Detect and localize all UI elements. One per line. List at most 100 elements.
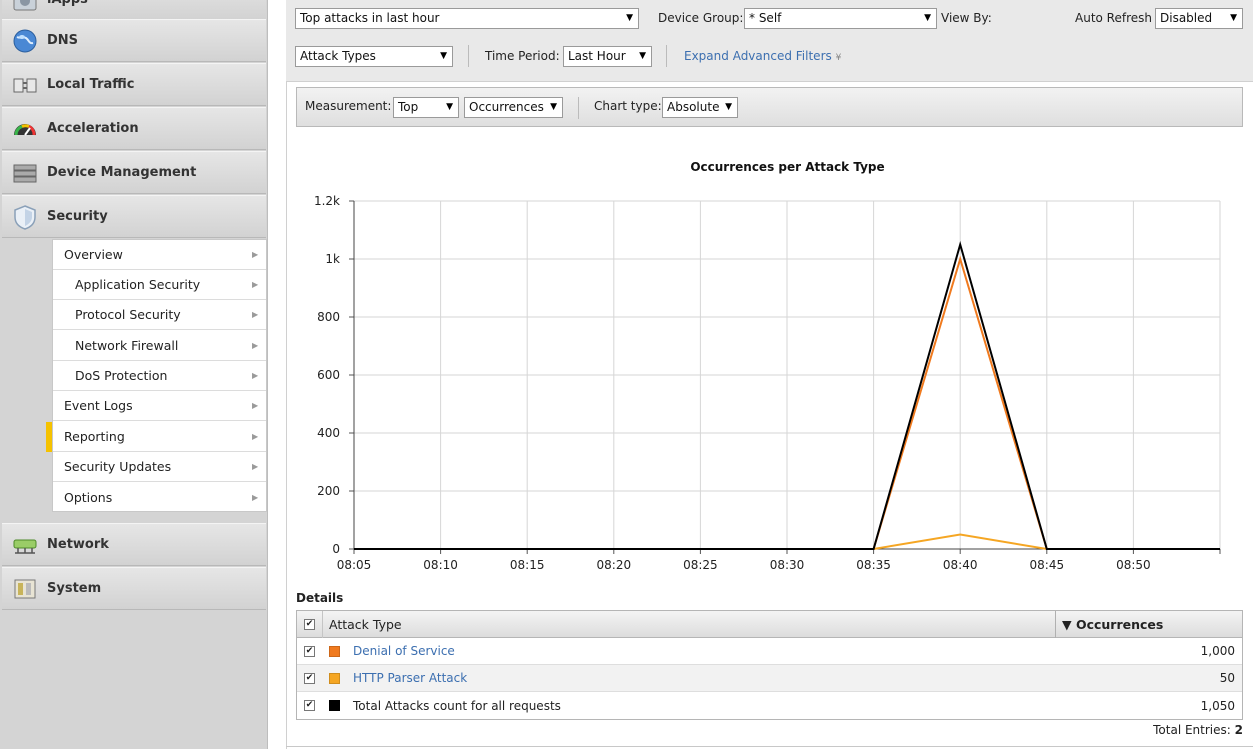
nav-system[interactable]: System xyxy=(2,567,266,610)
nav-label: Device Management xyxy=(47,165,197,180)
measurement-bar: Measurement: Top ▼ Occurrences ▼ Chart typ… xyxy=(296,87,1243,127)
time-period-select[interactable]: Last Hour ▼ xyxy=(563,46,652,67)
main-content: Top attacks in last hour ▼ Device Group: … xyxy=(286,0,1253,749)
dropdown-arrow-icon: ▼ xyxy=(924,13,931,23)
attack-type-label: Total Attacks count for all requests xyxy=(353,698,561,713)
gauge-icon xyxy=(11,115,39,143)
column-header-attack-type[interactable]: Attack Type xyxy=(322,610,1055,638)
select-all-checkbox[interactable]: ✔ xyxy=(304,618,315,630)
chevron-right-icon: ▶ xyxy=(252,310,259,319)
chevron-right-icon: ▶ xyxy=(252,462,259,471)
x-tick-label: 08:20 xyxy=(597,558,632,572)
nav-network[interactable]: Network xyxy=(2,523,266,566)
table-row: ✔ Total Attacks count for all requests 1… xyxy=(297,692,1242,719)
view-by-select[interactable]: Attack Types ▼ xyxy=(295,46,453,67)
auto-refresh-label: Auto Refresh xyxy=(1075,11,1152,25)
submenu-item-reporting[interactable]: Reporting ▶ xyxy=(53,422,266,452)
dropdown-arrow-icon: ▼ xyxy=(440,51,447,61)
x-tick-label: 08:45 xyxy=(1030,558,1065,572)
nav-local-traffic[interactable]: Local Traffic xyxy=(2,63,266,106)
network-icon xyxy=(11,531,39,559)
nav-label: Security xyxy=(47,209,108,224)
auto-refresh-select[interactable]: Disabled ▼ xyxy=(1155,8,1243,29)
expand-advanced-filters-link[interactable]: Expand Advanced Filters ¥ xyxy=(684,46,841,69)
submenu-item-application-security[interactable]: Application Security ▶ xyxy=(53,270,266,300)
chevron-right-icon: ▶ xyxy=(252,401,259,410)
details-table: ✔ Attack Type ▼ Occurrences ✔ Denial of … xyxy=(296,610,1243,720)
row-checkbox[interactable]: ✔ xyxy=(304,645,315,657)
nav-acceleration[interactable]: Acceleration xyxy=(2,107,266,150)
nav-label: System xyxy=(47,581,102,596)
nav-label: Local Traffic xyxy=(47,77,135,92)
color-swatch xyxy=(329,700,340,711)
submenu-item-dos-protection[interactable]: DoS Protection ▶ xyxy=(53,361,266,391)
nav-label: Acceleration xyxy=(47,121,139,136)
column-header-occurrences[interactable]: ▼ Occurrences xyxy=(1055,610,1242,638)
attack-type-link[interactable]: Denial of Service xyxy=(353,644,1122,658)
submenu-item-protocol-security[interactable]: Protocol Security ▶ xyxy=(53,300,266,330)
nav-dns[interactable]: DNS xyxy=(2,19,266,62)
sidebar: iApps DNS Local Traffic Acceleration Dev… xyxy=(0,0,268,749)
x-tick-label: 08:15 xyxy=(510,558,545,572)
report-toolbar: Top attacks in last hour ▼ Device Group: … xyxy=(286,0,1253,82)
chevron-right-icon: ▶ xyxy=(252,432,259,441)
chart-type-select[interactable]: Absolute ▼ xyxy=(662,97,738,118)
chevron-right-icon: ▶ xyxy=(252,492,259,502)
measurement-label: Measurement: xyxy=(305,99,392,113)
toolbar-divider xyxy=(578,97,579,119)
panel-border xyxy=(286,746,1253,747)
table-row: ✔ Denial of Service 1,000 xyxy=(297,638,1242,665)
submenu-item-event-logs[interactable]: Event Logs ▶ xyxy=(53,391,266,421)
globe-icon xyxy=(11,27,39,55)
chart-type-label: Chart type: xyxy=(594,99,662,113)
x-tick-label: 08:50 xyxy=(1116,558,1151,572)
device-group-select[interactable]: * Self ▼ xyxy=(744,8,937,29)
table-row: ✔ HTTP Parser Attack 50 xyxy=(297,665,1242,692)
dropdown-arrow-icon: ▼ xyxy=(446,102,453,112)
measurement-metric-select[interactable]: Occurrences ▼ xyxy=(464,97,563,118)
nav-label: iApps xyxy=(47,0,88,7)
y-tick-label: 0 xyxy=(332,542,340,556)
device-group-label: Device Group: xyxy=(658,11,744,25)
traffic-icon xyxy=(11,71,39,99)
nav-label: Network xyxy=(47,537,109,552)
color-swatch xyxy=(329,672,340,684)
x-tick-label: 08:25 xyxy=(683,558,718,572)
y-tick-label: 1k xyxy=(325,252,340,266)
y-tick-label: 1.2k xyxy=(314,194,340,208)
dropdown-arrow-icon: ▼ xyxy=(626,13,633,23)
y-tick-label: 800 xyxy=(317,310,340,324)
x-tick-label: 08:05 xyxy=(337,558,372,572)
measurement-top-select[interactable]: Top ▼ xyxy=(393,97,459,118)
chevron-right-icon: ▶ xyxy=(252,371,259,380)
security-submenu: Overview ▶ Application Security ▶ Protocol… xyxy=(52,239,267,512)
time-period-label: Time Period: xyxy=(485,49,560,63)
nav-device-management[interactable]: Device Management xyxy=(2,151,266,194)
chevron-right-icon: ▶ xyxy=(252,250,259,259)
row-checkbox[interactable]: ✔ xyxy=(304,700,315,711)
server-icon xyxy=(11,159,39,187)
submenu-item-options[interactable]: Options ▶ xyxy=(53,482,266,512)
submenu-item-overview[interactable]: Overview ▶ xyxy=(53,240,266,270)
chart-title: Occurrences per Attack Type xyxy=(690,160,885,174)
row-checkbox[interactable]: ✔ xyxy=(304,672,315,684)
y-tick-label: 200 xyxy=(317,484,340,498)
chevron-right-icon: ▶ xyxy=(252,280,259,289)
color-swatch xyxy=(329,645,340,657)
chevron-right-icon: ▶ xyxy=(252,341,259,350)
report-select[interactable]: Top attacks in last hour ▼ xyxy=(295,8,639,29)
nav-security[interactable]: Security xyxy=(2,195,266,238)
submenu-item-network-firewall[interactable]: Network Firewall ▶ xyxy=(53,331,266,361)
nav-iapps[interactable]: iApps xyxy=(2,0,266,21)
double-chevron-down-icon: ¥ xyxy=(835,53,842,63)
submenu-item-security-updates[interactable]: Security Updates ▶ xyxy=(53,452,266,482)
toolbar-divider xyxy=(666,45,667,67)
occurrences-value: 1,000 xyxy=(1200,644,1235,658)
nav-label: DNS xyxy=(47,33,79,48)
x-tick-label: 08:40 xyxy=(943,558,978,572)
gear-icon xyxy=(11,0,39,14)
table-header: ✔ Attack Type ▼ Occurrences xyxy=(297,610,1242,638)
x-tick-label: 08:10 xyxy=(423,558,458,572)
attack-type-link[interactable]: HTTP Parser Attack xyxy=(353,671,1122,685)
occurrences-value: 50 xyxy=(1219,671,1235,685)
